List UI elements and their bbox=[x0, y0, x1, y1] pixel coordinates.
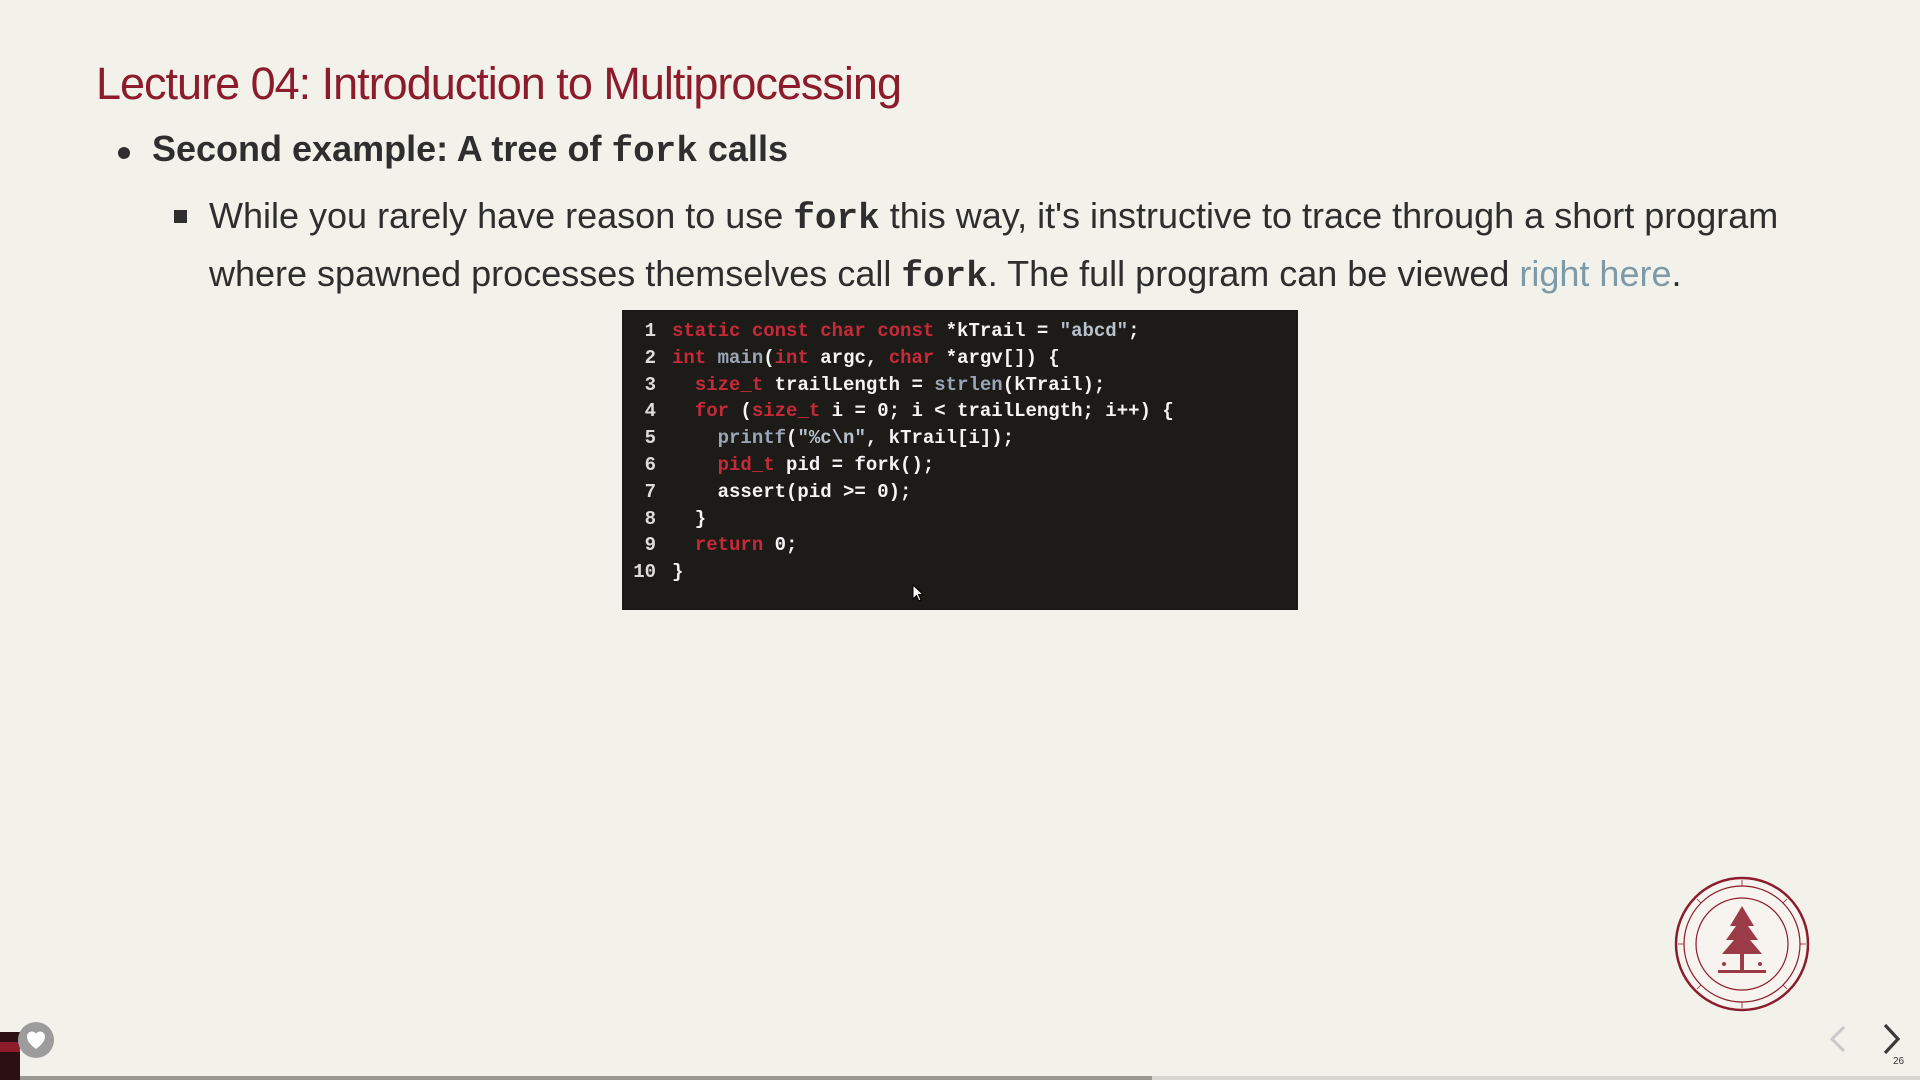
code-line-number: 10 bbox=[633, 561, 656, 584]
code-token: size_t bbox=[694, 373, 764, 396]
code-token: "%c\n" bbox=[797, 427, 866, 450]
code-token: int bbox=[672, 346, 707, 369]
code-line: 4 for (size_t i = 0; i < trailLength; i+… bbox=[622, 398, 1298, 425]
edge-widget bbox=[0, 1032, 20, 1080]
code-line-text: } bbox=[672, 559, 683, 586]
code-token: for bbox=[694, 400, 730, 423]
code-token: main bbox=[717, 346, 764, 369]
code-line-text: pid_t pid = fork(); bbox=[672, 452, 935, 479]
bullet2-code1: fork bbox=[793, 198, 880, 239]
code-token: } bbox=[672, 507, 707, 530]
code-token: *kTrail = bbox=[934, 320, 1060, 342]
program-link[interactable]: right here bbox=[1519, 253, 1671, 294]
code-line-text: int main(int argc, char *argv[]) { bbox=[672, 345, 1060, 372]
code-token: *argv[]) { bbox=[934, 346, 1060, 369]
code-line-text: } bbox=[672, 506, 706, 533]
code-token: argc, bbox=[808, 346, 889, 369]
code-token: pid = fork(); bbox=[774, 453, 935, 476]
code-line-number: 2 bbox=[644, 346, 656, 369]
code-token: pid_t bbox=[717, 453, 775, 476]
code-token: "abcd" bbox=[1059, 320, 1129, 342]
code-token: assert(pid >= 0); bbox=[672, 480, 912, 503]
bullet1-code: fork bbox=[611, 131, 698, 172]
code-line-text: for (size_t i = 0; i < trailLength; i++)… bbox=[672, 398, 1174, 425]
code-token: (kTrail); bbox=[1002, 373, 1106, 396]
bullet-level1-text: Second example: A tree of fork calls bbox=[152, 128, 788, 172]
chevron-right-icon[interactable] bbox=[1880, 1022, 1902, 1056]
code-token: } bbox=[672, 561, 684, 584]
code-token: 0; bbox=[763, 534, 798, 557]
code-token: char bbox=[888, 346, 935, 369]
code-line-number: 5 bbox=[644, 427, 656, 450]
code-line: 2 int main(int argc, char *argv[]) { bbox=[622, 345, 1298, 372]
bullet-dot bbox=[118, 147, 130, 159]
code-token: i = 0; i < trailLength; i++) { bbox=[820, 400, 1174, 423]
code-line: 6 pid_t pid = fork(); bbox=[622, 452, 1298, 479]
bullet2-text-part4: . bbox=[1671, 253, 1682, 294]
code-line-number: 1 bbox=[644, 320, 656, 342]
bullet2-text-part3: . The full program can be viewed bbox=[987, 253, 1520, 294]
code-token: ( bbox=[729, 400, 752, 423]
code-token: ; bbox=[1128, 320, 1140, 342]
code-token: strlen bbox=[934, 373, 1003, 396]
code-line-text: return 0; bbox=[672, 532, 798, 559]
code-token: printf bbox=[717, 427, 787, 450]
code-token: trailLength = bbox=[763, 373, 935, 396]
code-token: , kTrail[i]); bbox=[865, 427, 1015, 450]
code-line: 7 assert(pid >= 0); bbox=[622, 479, 1298, 506]
chevron-left-icon[interactable] bbox=[1828, 1024, 1848, 1054]
bullet2-text-part1: While you rarely have reason to use bbox=[209, 195, 794, 236]
code-line: 5 printf("%c\n", kTrail[i]); bbox=[622, 425, 1298, 452]
code-line: 1 static const char const *kTrail = "abcd… bbox=[622, 318, 1298, 345]
progress-bar-fill bbox=[0, 1076, 1152, 1080]
code-line: 10} bbox=[622, 559, 1298, 586]
bullet2-code2: fork bbox=[901, 256, 988, 297]
code-token: ( bbox=[786, 427, 798, 450]
code-block: 1 static const char const *kTrail = "abcd… bbox=[622, 310, 1298, 610]
slide-title: Lecture 04: Introduction to Multiprocess… bbox=[96, 58, 902, 109]
heart-icon bbox=[27, 1031, 45, 1049]
progress-bar bbox=[0, 1076, 1920, 1080]
code-line-text: assert(pid >= 0); bbox=[672, 479, 912, 506]
code-line: 9 return 0; bbox=[622, 532, 1298, 559]
mouse-cursor-icon bbox=[912, 584, 924, 602]
bullet1-text-post: calls bbox=[697, 128, 788, 169]
heart-button[interactable] bbox=[18, 1022, 54, 1058]
bullet-square bbox=[174, 210, 187, 223]
code-line-text: static const char const *kTrail = "abcd"… bbox=[672, 318, 1140, 345]
bullet1-text-pre: Second example: A tree of bbox=[152, 128, 612, 169]
code-line-number: 4 bbox=[644, 400, 656, 423]
code-token: return bbox=[694, 534, 764, 557]
code-line-text: printf("%c\n", kTrail[i]); bbox=[672, 425, 1014, 452]
code-token: size_t bbox=[751, 400, 821, 423]
page-number: 26 bbox=[1893, 1056, 1905, 1067]
slide: Lecture 04: Introduction to Multiprocess… bbox=[0, 0, 1920, 1080]
code-token: ( bbox=[763, 346, 775, 369]
code-line: 8 } bbox=[622, 506, 1298, 533]
code-token: static const char const bbox=[672, 320, 935, 342]
code-line-number: 3 bbox=[644, 373, 656, 396]
code-line-number: 6 bbox=[644, 453, 656, 476]
code-line-number: 9 bbox=[644, 534, 656, 557]
code-line: 3 size_t trailLength = strlen(kTrail); bbox=[622, 372, 1298, 399]
code-line-text: size_t trailLength = strlen(kTrail); bbox=[672, 372, 1106, 399]
bullet-level1: Second example: A tree of fork calls bbox=[118, 128, 788, 172]
code-line-number: 8 bbox=[644, 507, 656, 530]
university-seal-icon bbox=[1674, 876, 1810, 1012]
code-line-number: 7 bbox=[644, 480, 656, 503]
code-token: int bbox=[774, 346, 809, 369]
bullet-level2-text: While you rarely have reason to use fork… bbox=[209, 188, 1854, 304]
bullet-level2: While you rarely have reason to use fork… bbox=[174, 188, 1854, 304]
